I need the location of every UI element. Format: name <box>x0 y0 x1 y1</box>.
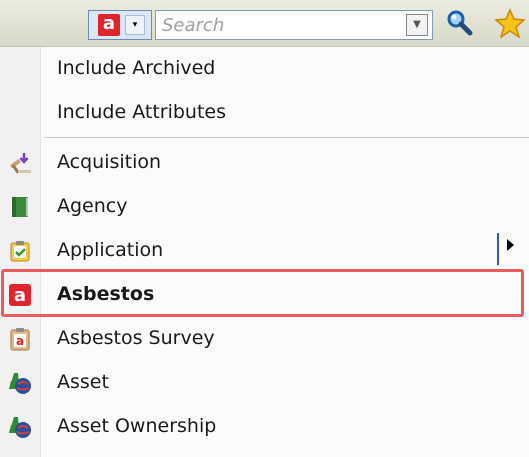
svg-text:a: a <box>16 334 24 348</box>
svg-text:a: a <box>14 285 26 306</box>
asset-globe-icon <box>8 415 32 439</box>
application-clipboard-icon <box>8 239 32 263</box>
asbestos-a-icon: a <box>8 283 32 307</box>
menu-item-label: Include Attributes <box>57 101 226 123</box>
menu-item-acquisition[interactable]: Acquisition <box>0 141 529 185</box>
menu-item-application[interactable]: Application <box>0 229 529 273</box>
chevron-down-icon[interactable]: ▾ <box>125 15 145 35</box>
search-dropdown-arrow-icon[interactable]: ▼ <box>406 14 428 36</box>
green-book-icon <box>8 195 32 219</box>
asset-globe-icon <box>8 371 32 395</box>
menu-option-include-attributes[interactable]: Include Attributes <box>0 91 529 135</box>
star-icon[interactable] <box>494 8 526 38</box>
menu-item-label: Asset Ownership <box>57 415 217 437</box>
menu-item-label: Asset <box>57 371 109 393</box>
menu-item-label: Asbestos <box>57 283 155 305</box>
asbestos-survey-icon: a <box>8 327 32 351</box>
search-box: ▼ <box>155 10 433 40</box>
menu-item-label: Acquisition <box>57 151 162 173</box>
menu-item-asset-ownership[interactable]: Asset Ownership <box>0 405 529 449</box>
menu-item-asbestos[interactable]: a Asbestos <box>0 273 529 317</box>
toolbar: a ▾ ▼ <box>0 0 529 47</box>
menu-item-label: Include Archived <box>57 57 216 79</box>
menu-item-agency[interactable]: Agency <box>0 185 529 229</box>
search-type-menu: Include Archived Include Attributes Acqu… <box>0 47 529 457</box>
menu-item-label: Asbestos Survey <box>57 327 215 349</box>
menu-separator <box>44 137 529 138</box>
magnifier-icon[interactable] <box>445 8 475 38</box>
acquisition-gavel-icon <box>8 151 32 175</box>
asbestos-a-icon: a <box>98 14 120 36</box>
menu-option-include-archived[interactable]: Include Archived <box>0 47 529 91</box>
menu-item-label: Application <box>57 239 164 261</box>
type-selector-dropdown[interactable]: a ▾ <box>88 10 152 40</box>
menu-item-asbestos-survey[interactable]: a Asbestos Survey <box>0 317 529 361</box>
menu-item-asset[interactable]: Asset <box>0 361 529 405</box>
menu-item-label: Agency <box>57 195 128 217</box>
search-input[interactable] <box>162 13 392 37</box>
